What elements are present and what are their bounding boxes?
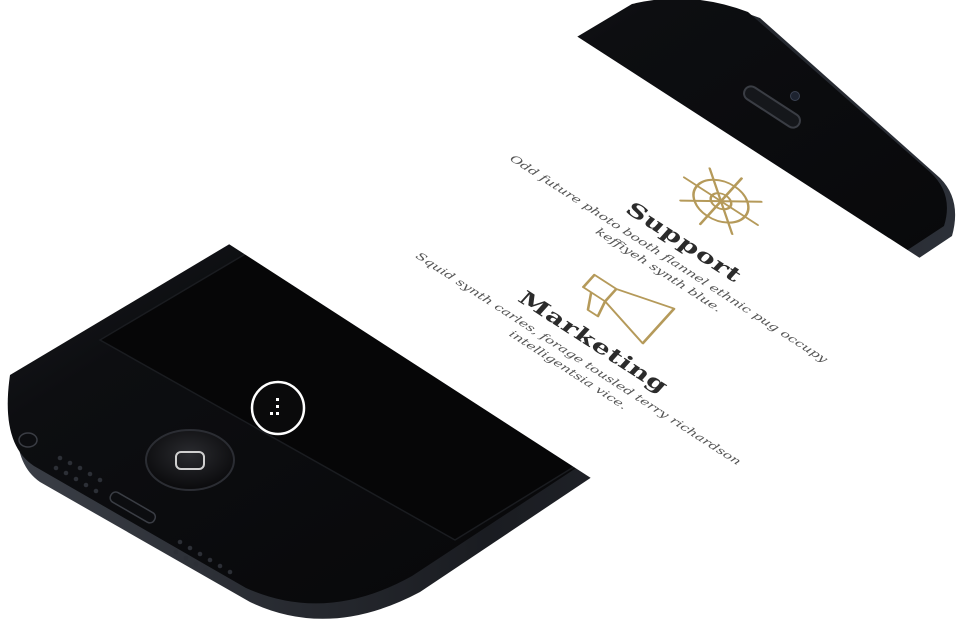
phone-mockup-scene: Support Odd future photo booth flannel e… — [0, 0, 966, 640]
menu-button[interactable] — [250, 380, 306, 436]
home-button[interactable] — [145, 429, 235, 491]
headphone-jack — [18, 432, 38, 448]
front-camera — [790, 91, 800, 101]
